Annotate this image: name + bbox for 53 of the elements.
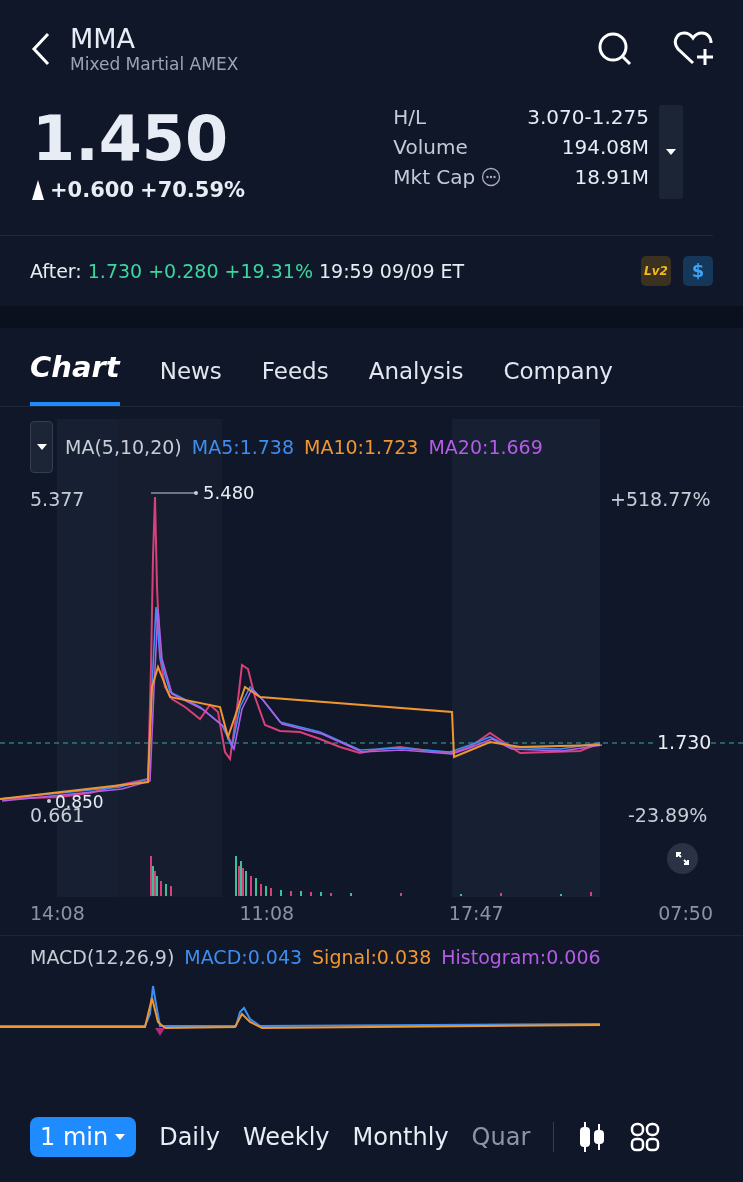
time-axis-label: 11:08 xyxy=(239,902,295,927)
caret-icon xyxy=(35,442,48,451)
heart-plus-icon[interactable] xyxy=(673,30,715,67)
macd-value: MACD:0.043 xyxy=(184,946,303,969)
indicator-value: MA5:1.738 xyxy=(191,435,295,458)
stat-value: 18.91M xyxy=(573,165,649,190)
caret-icon xyxy=(114,1133,127,1142)
tab[interactable]: Analysis xyxy=(368,357,464,406)
indicator-dropdown-button[interactable] xyxy=(30,420,53,473)
tab[interactable]: Feeds xyxy=(261,357,329,406)
dollar-badge[interactable]: $ xyxy=(683,256,713,286)
leader-line xyxy=(150,490,198,495)
up-arrow-icon xyxy=(32,179,44,200)
macd-name: MACD(12,26,9) xyxy=(30,946,175,969)
stat-value: 3.070-1.275 xyxy=(527,105,649,130)
tab[interactable]: Company xyxy=(503,357,613,406)
price-change: +0.600 xyxy=(50,177,135,202)
time-axis-label: 17:47 xyxy=(448,902,504,927)
period-tab[interactable]: Weekly xyxy=(242,1123,330,1152)
low-point-dot xyxy=(47,798,51,803)
histogram-bar xyxy=(155,1028,165,1037)
period-tab[interactable]: Daily xyxy=(159,1123,220,1152)
price-change-percent: +70.59% xyxy=(140,177,246,202)
period-tab[interactable]: Quar xyxy=(471,1123,531,1152)
macd-value: Signal:0.038 xyxy=(312,946,432,969)
axis-high-label: 5.377 xyxy=(30,487,85,510)
macd-value: Histogram:0.006 xyxy=(441,946,601,969)
grid-icon[interactable] xyxy=(630,1122,661,1153)
stat-label: Mkt Cap xyxy=(393,165,476,190)
fullscreen-icon[interactable] xyxy=(667,842,698,874)
caret-icon xyxy=(665,148,677,157)
last-price: 1.450 xyxy=(32,105,230,174)
time-axis-label: 14:08 xyxy=(30,902,85,927)
company-name: Mixed Martial AMEX xyxy=(70,54,240,75)
time-axis-label: 07:50 xyxy=(658,902,713,927)
stat-label: Volume xyxy=(393,135,468,160)
stat-value: 194.08M xyxy=(560,135,649,160)
indicator-name: MA(5,10,20) xyxy=(65,435,182,458)
back-button[interactable] xyxy=(30,30,52,67)
level2-badge[interactable]: Lv2 xyxy=(641,256,671,286)
after-hours-quote: After: 1.730 +0.280 +19.31% 19:59 09/09 ET xyxy=(30,260,466,282)
stock-symbol: MMA xyxy=(70,23,137,55)
search-icon[interactable] xyxy=(597,30,633,67)
stat-label: H/L xyxy=(393,105,427,130)
tab[interactable]: News xyxy=(159,357,222,406)
axis-high-percent: +518.77% xyxy=(610,487,711,510)
indicator-value: MA10:1.723 xyxy=(304,435,419,458)
period-tab[interactable]: Monthly xyxy=(352,1123,449,1152)
indicator-value: MA20:1.669 xyxy=(428,435,543,458)
more-icon[interactable] xyxy=(481,167,502,188)
axis-low-percent: -23.89% xyxy=(628,803,708,826)
peak-label: 5.480 xyxy=(203,481,255,503)
tab[interactable]: Chart xyxy=(30,349,120,406)
